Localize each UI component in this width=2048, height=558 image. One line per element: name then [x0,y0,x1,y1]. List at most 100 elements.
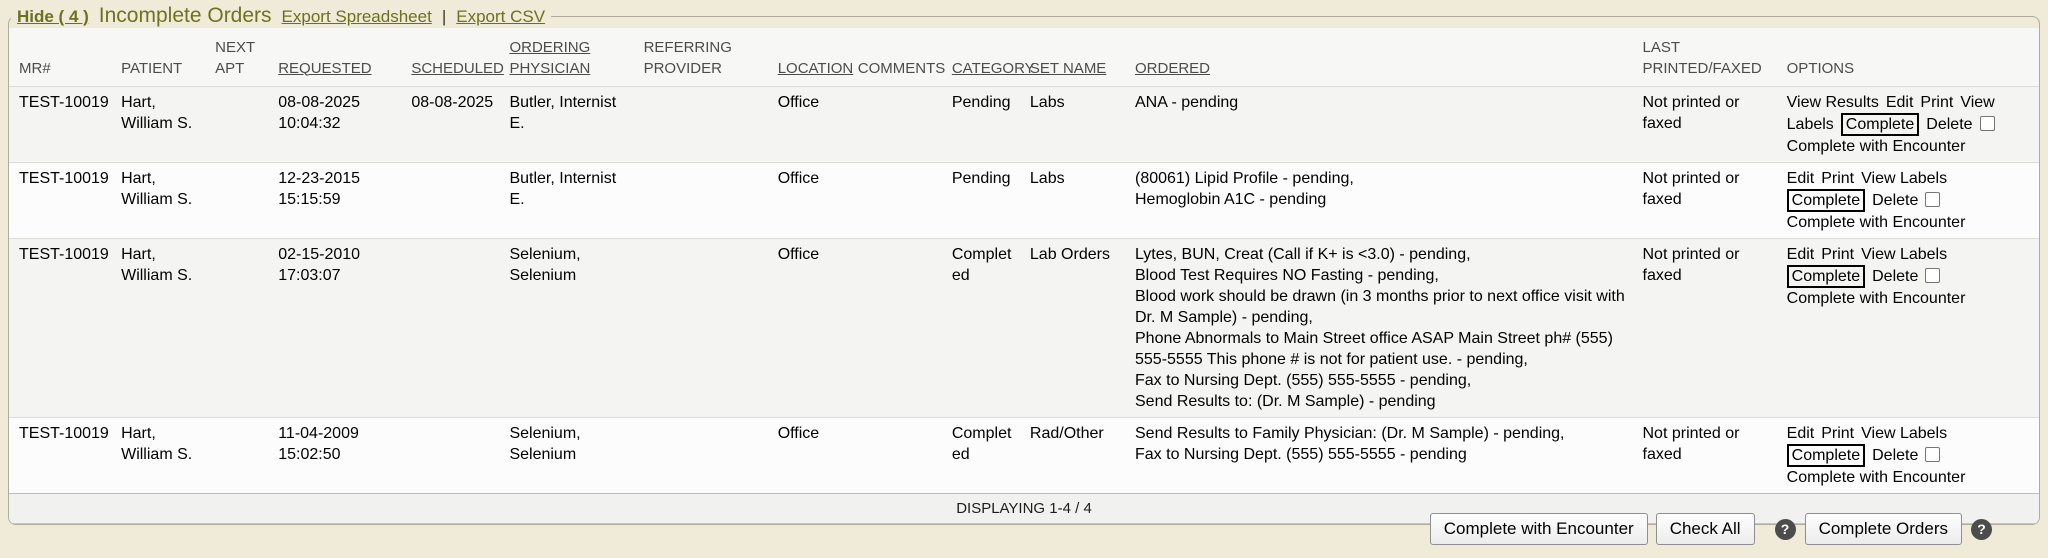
cell-requested: 12-23-2015 15:15:59 [272,162,405,238]
complete-button[interactable]: Complete [1841,113,1919,136]
cell-scheduled: 08-08-2025 [405,86,503,162]
complete-with-encounter-link[interactable]: Complete with Encounter [1787,290,1966,307]
delete-link[interactable]: Delete [1872,192,1918,209]
cell-last-printed-faxed: Not printed or faxed [1637,417,1781,493]
delete-link[interactable]: Delete [1926,116,1972,133]
column-header-location: LOCATION [772,28,852,86]
cell-scheduled [405,417,503,493]
cell-patient: Hart, William S. [115,238,209,417]
cell-scheduled [405,162,503,238]
cell-category: Pending [946,86,1024,162]
column-header-set-name: SET NAME [1024,28,1129,86]
cell-ordering-physician: Butler, Internist E. [503,162,637,238]
complete-with-encounter-link[interactable]: Complete with Encounter [1787,214,1966,231]
column-header-ordered: ORDERED [1129,28,1637,86]
print-link[interactable]: Print [1821,170,1854,187]
complete-button[interactable]: Complete [1787,265,1865,288]
help-icon[interactable]: ? [1971,519,1992,540]
cell-next-apt [209,162,272,238]
page-title: Incomplete Orders [99,4,272,28]
hide-toggle-link[interactable]: Hide ( 4 ) [17,7,89,27]
edit-link[interactable]: Edit [1787,170,1815,187]
row-checkbox[interactable] [1980,116,1995,131]
cell-next-apt [209,417,272,493]
cell-patient: Hart, William S. [115,86,209,162]
cell-location: Office [772,162,852,238]
column-header-options: OPTIONS [1781,28,2039,86]
row-checkbox[interactable] [1925,268,1940,283]
cell-options: Edit Print View Labels Complete Delete Compl… [1781,162,2039,238]
cell-ordered: (80061) Lipid Profile - pending, Hemoglo… [1129,162,1637,238]
delete-link[interactable]: Delete [1872,268,1918,285]
row-checkbox[interactable] [1925,447,1940,462]
complete-button[interactable]: Complete [1787,189,1865,212]
print-link[interactable]: Print [1920,94,1953,111]
column-header-next-apt: NEXT APT [209,28,272,86]
cell-last-printed-faxed: Not printed or faxed [1637,238,1781,417]
complete-with-encounter-button[interactable]: Complete with Encounter [1430,513,1648,545]
column-header-category-sort-link[interactable]: CATEGORY [952,60,1035,77]
complete-with-encounter-link[interactable]: Complete with Encounter [1787,138,1966,155]
column-header-ordering-physician: ORDERING PHYSICIAN [503,28,637,86]
cell-patient: Hart, William S. [115,417,209,493]
help-icon[interactable]: ? [1775,519,1796,540]
panel-legend: Hide ( 4 ) Incomplete Orders Export Spre… [11,4,551,28]
cell-location: Office [772,86,852,162]
complete-with-encounter-link[interactable]: Complete with Encounter [1787,469,1966,486]
delete-link[interactable]: Delete [1872,447,1918,464]
column-header-options-label: OPTIONS [1787,60,1855,77]
print-link[interactable]: Print [1821,246,1854,263]
cell-ordered: ANA - pending [1129,86,1637,162]
cell-next-apt [209,86,272,162]
cell-mr: TEST-10019 [9,86,115,162]
column-header-set-name-sort-link[interactable]: SET NAME [1030,60,1106,77]
edit-link[interactable]: Edit [1787,246,1815,263]
column-header-comments-label: COMMENTS [858,60,946,77]
cell-comments [852,86,946,162]
print-link[interactable]: Print [1821,425,1854,442]
cell-ordered: Lytes, BUN, Creat (Call if K+ is <3.0) -… [1129,238,1637,417]
column-header-ordered-sort-link[interactable]: ORDERED [1135,60,1210,77]
cell-category: Pending [946,162,1024,238]
export-csv-link[interactable]: Export CSV [456,7,545,27]
column-header-scheduled-sort-link[interactable]: SCHEDULED [411,60,504,77]
cell-mr: TEST-10019 [9,162,115,238]
cell-set-name: Labs [1024,162,1129,238]
incomplete-orders-panel: Hide ( 4 ) Incomplete Orders Export Spre… [8,4,2040,525]
view-labels-link[interactable]: View Labels [1861,425,1947,442]
edit-link[interactable]: Edit [1787,425,1815,442]
column-header-patient: PATIENT [115,28,209,86]
cell-mr: TEST-10019 [9,238,115,417]
cell-referring-provider [638,162,772,238]
cell-category: Completed [946,417,1024,493]
orders-table: MR# PATIENT NEXT APT REQUESTED SCHEDULED… [9,28,2039,524]
export-spreadsheet-link[interactable]: Export Spreadsheet [282,7,432,27]
column-header-scheduled: SCHEDULED [405,28,503,86]
column-header-mr-label: MR# [19,60,51,77]
incomplete-orders-page: Hide ( 4 ) Incomplete Orders Export Spre… [0,0,2048,558]
column-header-next-apt-label: NEXT APT [215,39,255,77]
cell-comments [852,238,946,417]
column-header-ordering-physician-sort-link[interactable]: ORDERING PHYSICIAN [509,39,590,77]
view-labels-link[interactable]: View Labels [1861,246,1947,263]
edit-link[interactable]: Edit [1886,94,1914,111]
legend-separator: | [442,7,446,27]
cell-ordering-physician: Butler, Internist E. [503,86,637,162]
row-checkbox[interactable] [1925,192,1940,207]
view-labels-link[interactable]: View Labels [1861,170,1947,187]
column-header-patient-label: PATIENT [121,60,182,77]
cell-set-name: Lab Orders [1024,238,1129,417]
column-header-referring-provider: REFERRING PROVIDER [638,28,772,86]
complete-orders-button[interactable]: Complete Orders [1805,513,1962,545]
column-header-location-sort-link[interactable]: LOCATION [778,60,854,77]
cell-ordering-physician: Selenium, Selenium [503,238,637,417]
column-header-requested-sort-link[interactable]: REQUESTED [278,60,371,77]
column-header-requested: REQUESTED [272,28,405,86]
check-all-button[interactable]: Check All [1656,513,1755,545]
cell-category: Completed [946,238,1024,417]
view-results-link[interactable]: View Results [1787,94,1879,111]
complete-button[interactable]: Complete [1787,444,1865,467]
table-row: TEST-10019 Hart, William S. 12-23-2015 1… [9,162,2039,238]
column-header-category: CATEGORY [946,28,1024,86]
cell-location: Office [772,238,852,417]
